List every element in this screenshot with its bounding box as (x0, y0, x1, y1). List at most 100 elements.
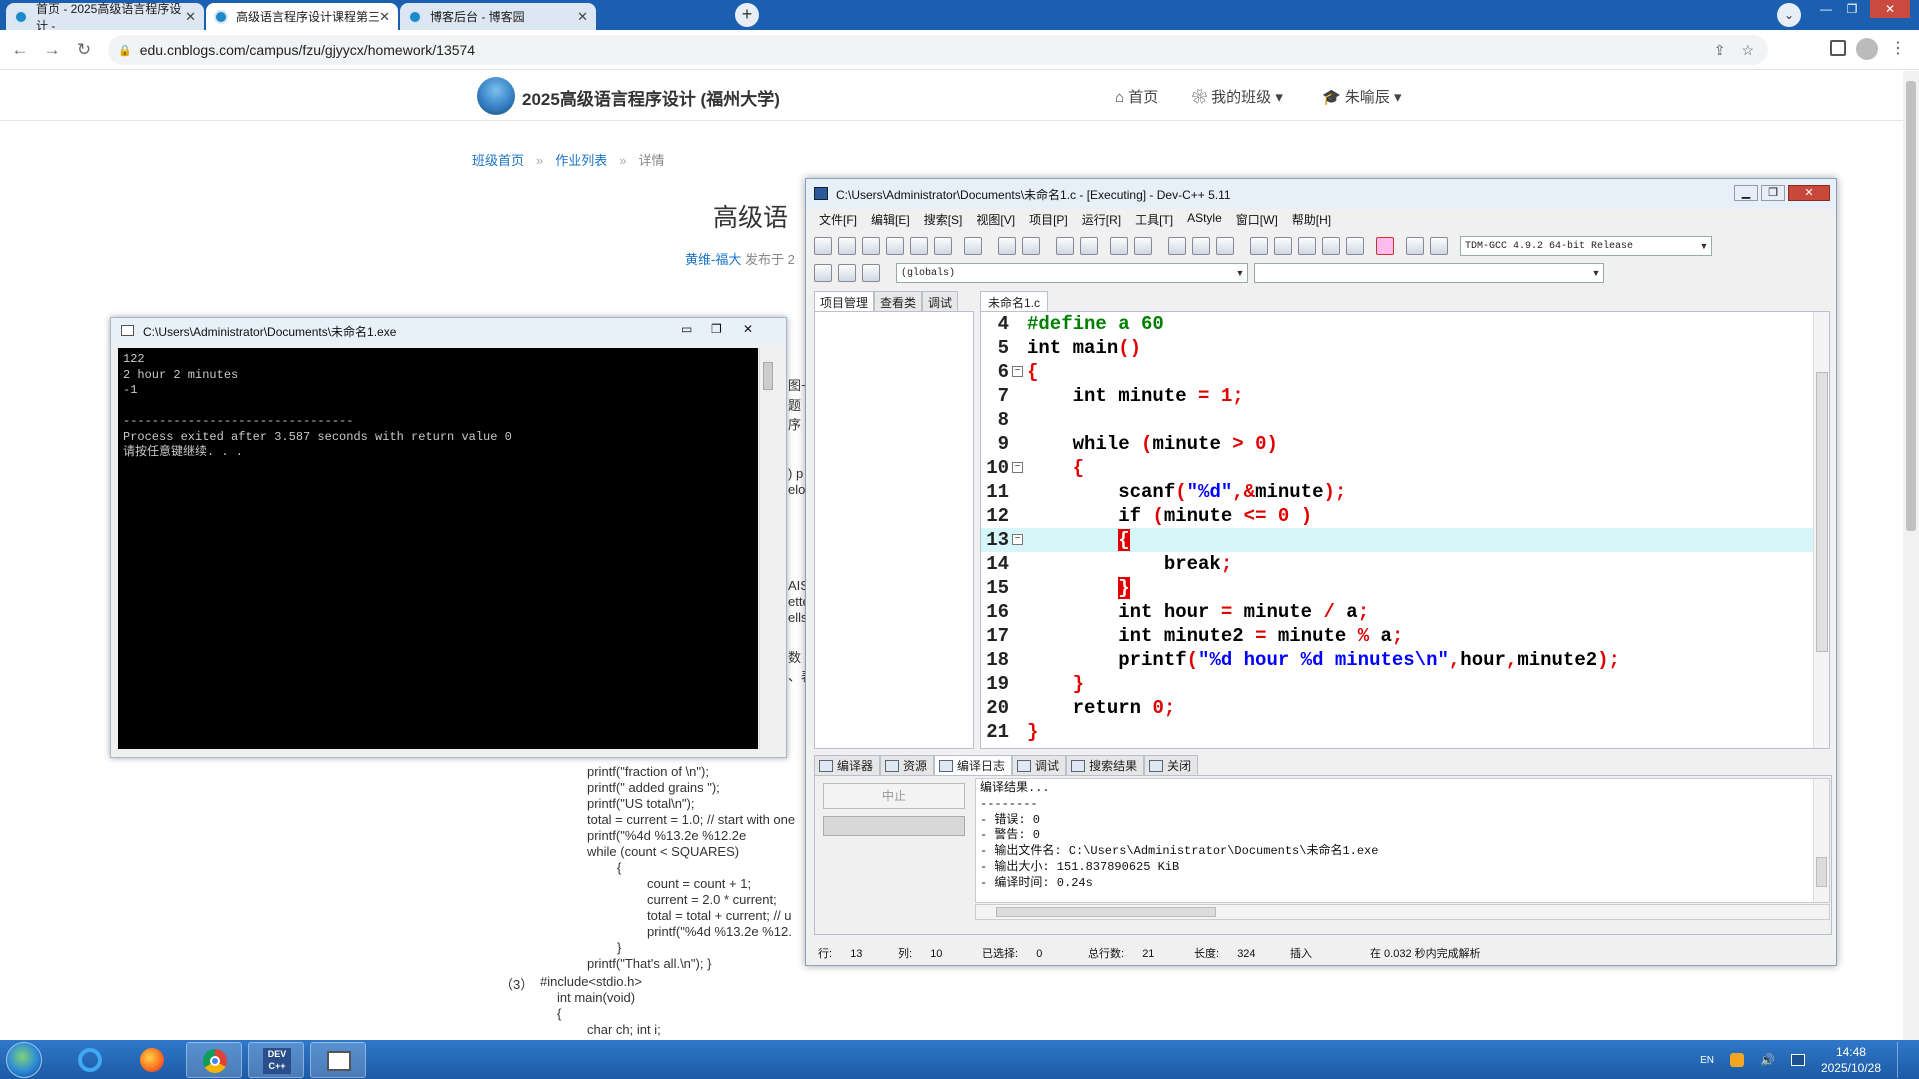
breadcrumb-homework-list[interactable]: 作业列表 (555, 153, 607, 168)
editor-scrollbar[interactable] (1813, 312, 1829, 748)
tab-homework[interactable]: 高级语言程序设计课程第三次作... ✕ (206, 3, 398, 30)
nav-home[interactable]: ⌂ 首页 (1115, 86, 1158, 107)
menu-edit[interactable]: 编辑[E] (864, 211, 917, 231)
new-tab-button[interactable]: + (735, 3, 759, 27)
address-bar[interactable]: 🔒 edu.cnblogs.com/campus/fzu/gjyycx/home… (108, 35, 1768, 65)
tray-app-icon[interactable] (1729, 1053, 1744, 1067)
new-file-icon[interactable] (814, 237, 832, 255)
fold-toggle-icon[interactable]: − (1012, 534, 1023, 545)
run-icon[interactable] (1274, 237, 1292, 255)
abort-compile-button[interactable]: 中止 (823, 783, 965, 809)
console-taskbar-icon[interactable] (310, 1042, 366, 1078)
author-link[interactable]: 黄维-福大 (685, 252, 741, 267)
close-window-icon[interactable]: ✕ (1870, 0, 1910, 18)
close-icon[interactable]: ✕ (743, 322, 753, 336)
menu-view[interactable]: 视图[V] (969, 211, 1022, 231)
scroll-thumb[interactable] (763, 362, 773, 390)
compile-run-icon[interactable] (1298, 237, 1316, 255)
volume-icon[interactable]: 🔊 (1760, 1053, 1775, 1067)
minimize-icon[interactable]: ▭ (681, 322, 692, 336)
menu-help[interactable]: 帮助[H] (1285, 211, 1338, 231)
bookmark-icon[interactable] (1216, 237, 1234, 255)
menu-astyle[interactable]: AStyle (1180, 211, 1229, 231)
tab-search-results[interactable]: 搜索结果 (1066, 755, 1145, 775)
menu-search[interactable]: 搜索[S] (917, 211, 970, 231)
close-tab-icon[interactable]: ✕ (577, 9, 588, 25)
tab-classes[interactable]: 查看类 (874, 291, 923, 311)
tab-project[interactable]: 项目管理 (814, 291, 875, 311)
tab-blog-admin[interactable]: 博客后台 - 博客园 ✕ (400, 3, 596, 30)
fold-toggle-icon[interactable]: − (1012, 366, 1023, 377)
tab-debug[interactable]: 调试 (922, 291, 959, 311)
goto-bookmark-icon[interactable] (862, 264, 880, 282)
find-icon[interactable] (1056, 237, 1074, 255)
insert-icon[interactable] (814, 264, 832, 282)
file-tab[interactable]: 未命名1.c (980, 291, 1049, 313)
tab-close[interactable]: 关闭 (1144, 755, 1199, 775)
devcpp-taskbar-icon[interactable]: DEV C++ (248, 1042, 304, 1078)
bookmark-star-icon[interactable]: ☆ (1741, 42, 1754, 59)
ime-indicator[interactable]: EN (1700, 1055, 1714, 1066)
close-file-icon[interactable] (910, 237, 928, 255)
tab-resources[interactable]: 资源 (880, 755, 935, 775)
tab-compile-log[interactable]: 编译日志 (934, 755, 1013, 775)
delete-profile-icon[interactable] (1430, 237, 1448, 255)
print-icon[interactable] (964, 237, 982, 255)
menu-run[interactable]: 运行[R] (1075, 211, 1128, 231)
forward-icon[interactable] (1192, 237, 1210, 255)
site-title[interactable]: 2025高级语言程序设计 (福州大学) (522, 85, 780, 110)
menu-window[interactable]: 窗口[W] (1229, 211, 1285, 231)
menu-project[interactable]: 项目[P] (1022, 211, 1075, 231)
close-icon[interactable]: ✕ (1788, 185, 1830, 201)
tab-compiler[interactable]: 编译器 (814, 755, 881, 775)
scope-select[interactable]: (globals) ▼ (896, 263, 1248, 283)
undo-icon[interactable] (998, 237, 1016, 255)
share-icon[interactable]: ⇪ (1714, 42, 1726, 59)
stop-execution-icon[interactable] (1376, 237, 1394, 255)
devcpp-titlebar[interactable]: C:\Users\Administrator\Documents\未命名1.c … (806, 179, 1836, 209)
close-tab-icon[interactable]: ✕ (379, 9, 390, 25)
toggle-bookmark-icon[interactable] (838, 264, 856, 282)
save-icon[interactable] (862, 237, 880, 255)
chrome-icon[interactable] (186, 1042, 242, 1078)
back-arrow-icon[interactable]: ← (8, 38, 32, 62)
restore-icon[interactable]: ❐ (711, 322, 722, 336)
profile-avatar-icon[interactable] (1856, 38, 1878, 60)
minimize-icon[interactable]: ▁ (1734, 185, 1758, 201)
console-scrollbar[interactable] (759, 348, 776, 749)
menu-tools[interactable]: 工具[T] (1128, 211, 1180, 231)
symbol-select[interactable]: ▼ (1254, 263, 1604, 283)
tab-search-chevron-icon[interactable]: ⌄ (1777, 3, 1801, 27)
network-icon[interactable] (1790, 1054, 1805, 1066)
forward-arrow-icon[interactable]: → (40, 38, 64, 62)
code-editor[interactable]: 4 #define a 60 5 int main() 6−{ 7 int minu… (980, 311, 1830, 749)
menu-file[interactable]: 文件[F] (812, 211, 864, 231)
tab-home[interactable]: 首页 - 2025高级语言程序设计 - ✕ (6, 2, 204, 33)
rebuild-icon[interactable] (1322, 237, 1340, 255)
compile-icon[interactable] (1250, 237, 1268, 255)
compiler-select[interactable]: TDM-GCC 4.9.2 64-bit Release ▼ (1460, 236, 1712, 256)
profile-chart-icon[interactable] (1406, 237, 1424, 255)
page-scrollbar[interactable] (1903, 71, 1919, 1040)
tab-debug-output[interactable]: 调试 (1012, 755, 1067, 775)
sidebar-icon[interactable] (1830, 40, 1846, 56)
save-all-icon[interactable] (886, 237, 904, 255)
console-titlebar[interactable]: C:\Users\Administrator\Documents\未命名1.ex… (111, 318, 786, 344)
breadcrumb-class-home[interactable]: 班级首页 (472, 153, 524, 168)
open-file-icon[interactable] (838, 237, 856, 255)
nav-my-class[interactable]: ❀ 我的班级 ▾ (1192, 86, 1283, 107)
redo-icon[interactable] (1022, 237, 1040, 255)
firefox-icon[interactable] (124, 1042, 180, 1078)
close-tab-icon[interactable]: ✕ (185, 9, 196, 25)
show-desktop-button[interactable] (1897, 1042, 1907, 1078)
log-scrollbar[interactable] (1813, 779, 1829, 902)
log-horizontal-scrollbar[interactable] (975, 904, 1830, 920)
scroll-thumb[interactable] (1816, 372, 1828, 652)
menu-kebab-icon[interactable]: ⋮ (1890, 38, 1906, 58)
site-logo[interactable] (477, 77, 515, 115)
ie-icon[interactable] (62, 1042, 118, 1078)
scroll-thumb[interactable] (1816, 857, 1827, 887)
check-syntax-icon[interactable] (1346, 237, 1364, 255)
scroll-thumb[interactable] (1906, 81, 1916, 531)
reload-icon[interactable]: ↻ (72, 38, 96, 62)
